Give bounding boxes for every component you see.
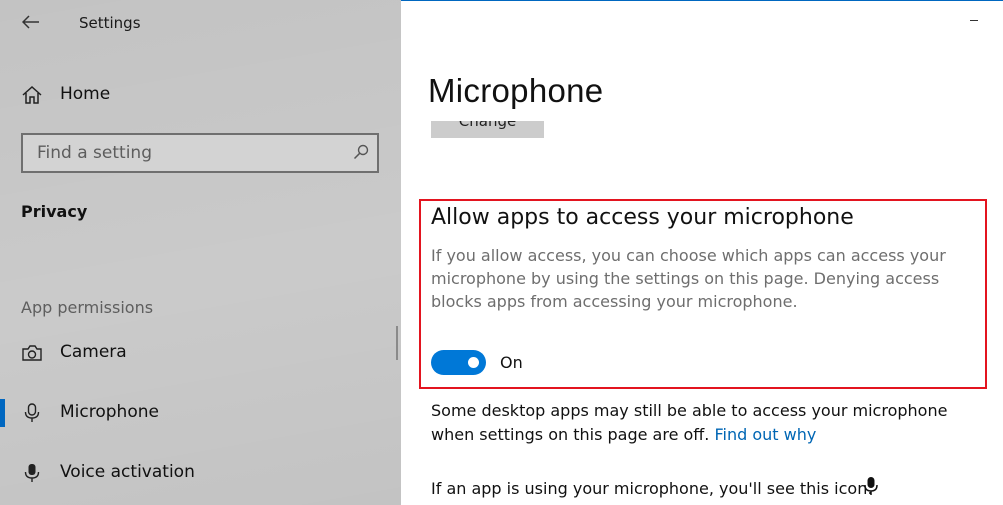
sidebar-item-voice-activation[interactable]: Voice activation [0,450,401,496]
microphone-access-toggle[interactable] [431,350,486,375]
search-input[interactable]: Find a setting [21,133,379,173]
app-title: Settings [79,14,141,32]
back-button[interactable] [16,8,46,38]
sidebar-item-label: Home [60,84,111,104]
allow-access-heading: Allow apps to access your microphone [431,205,854,230]
change-button[interactable]: Change [431,121,544,138]
microphone-icon [24,403,40,422]
sidebar-item-label: Microphone [60,402,159,422]
desktop-apps-note-text: Some desktop apps may still be able to a… [431,401,948,444]
microphone-in-use-icon [864,477,878,495]
section-title: Privacy [21,202,88,221]
sidebar-item-label: Voice activation [60,462,195,482]
icon-note: If an app is using your microphone, you'… [431,479,873,498]
voice-activation-icon [24,464,40,482]
sidebar: Settings Home Find a setting Privacy App… [0,0,401,505]
toggle-state-label: On [500,353,523,372]
camera-icon [22,345,42,361]
window-top-border [401,0,1003,1]
change-button-label: Change [458,121,517,130]
search-placeholder: Find a setting [37,143,152,163]
desktop-apps-note: Some desktop apps may still be able to a… [431,399,991,447]
sidebar-item-microphone[interactable]: Microphone [0,390,401,436]
sidebar-item-home[interactable]: Home [0,72,401,118]
back-arrow-icon [22,15,39,29]
page-title: Microphone [428,72,604,109]
group-label: App permissions [21,298,154,317]
search-icon[interactable] [353,144,369,160]
allow-access-description: If you allow access, you can choose whic… [431,246,946,311]
find-out-why-link[interactable]: Find out why [714,425,816,444]
sidebar-item-label: Camera [60,342,127,362]
minimize-button[interactable] [970,20,978,21]
toggle-knob [468,357,479,368]
sidebar-item-camera[interactable]: Camera [0,330,401,376]
home-icon [22,85,42,104]
